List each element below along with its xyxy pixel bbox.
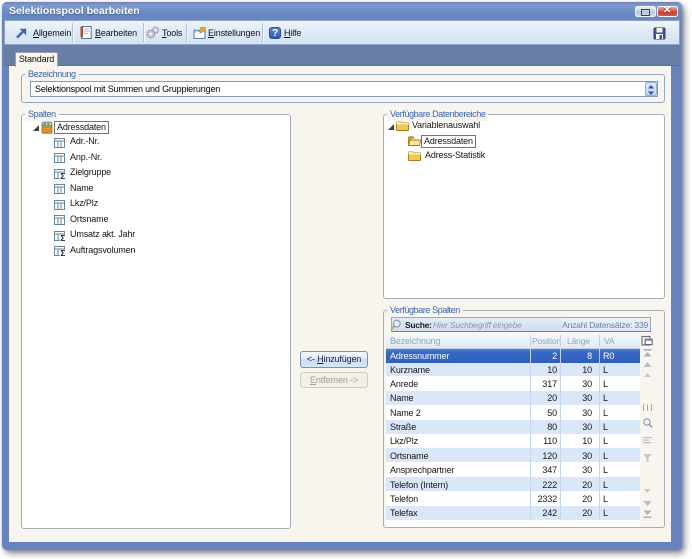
svg-text:Σ: Σ xyxy=(60,233,65,241)
svg-text:Σ: Σ xyxy=(60,248,65,256)
svg-text:Σ: Σ xyxy=(60,171,65,179)
